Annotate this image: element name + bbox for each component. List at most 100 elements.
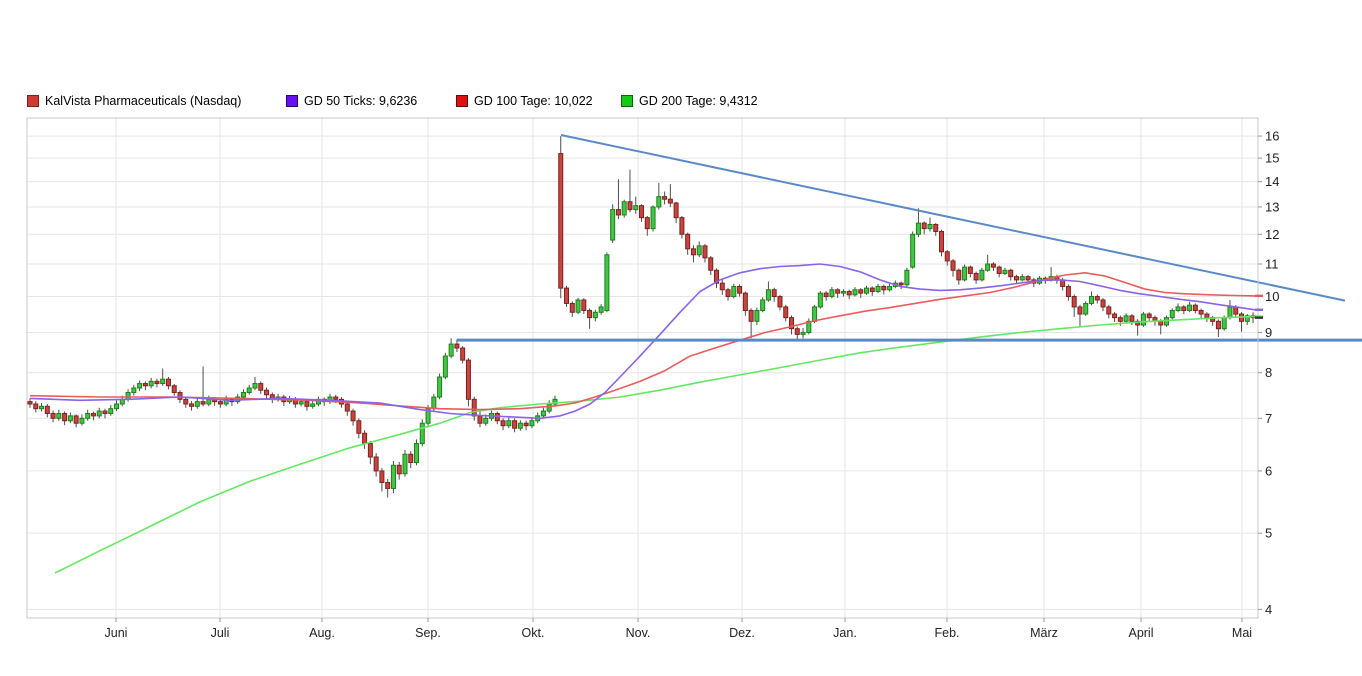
candle-body	[1205, 314, 1209, 318]
candle-body	[720, 283, 724, 290]
candle-body	[109, 409, 113, 414]
candle-body	[1118, 318, 1122, 322]
candle-body	[334, 397, 338, 399]
candle-body	[859, 290, 863, 293]
candle-body	[1130, 316, 1134, 321]
candle-body	[524, 423, 528, 425]
x-axis-label: Feb.	[934, 626, 959, 640]
candle-body	[841, 291, 845, 293]
candle-body	[911, 234, 915, 267]
candle-body	[97, 411, 101, 416]
candle-body	[651, 207, 655, 229]
candle-body	[1222, 318, 1226, 329]
y-axis-label: 15	[1265, 151, 1279, 166]
candle-body	[161, 379, 165, 383]
candle-body	[980, 270, 984, 280]
candle-body	[1216, 321, 1220, 328]
candle-body	[1188, 305, 1192, 310]
candle-body	[1141, 314, 1145, 325]
y-axis-label: 9	[1265, 325, 1272, 340]
y-axis-label: 11	[1265, 256, 1279, 271]
candle-body	[351, 411, 355, 421]
legend-item-gd200[interactable]: GD 200 Tage: 9,4312	[621, 94, 758, 108]
candle-body	[691, 249, 695, 255]
candle-body	[945, 252, 949, 261]
candle-body	[865, 288, 869, 293]
candle-body	[478, 416, 482, 423]
legend-item-kalvista[interactable]: KalVista Pharmaceuticals (Nasdaq)	[27, 94, 241, 108]
candle-body	[888, 286, 892, 289]
candle-body	[957, 270, 961, 280]
candle-body	[749, 310, 753, 321]
ma-axis-marker	[1255, 309, 1263, 311]
candlestick-series	[28, 136, 1255, 497]
candle-body	[599, 307, 603, 312]
candle-body	[380, 471, 384, 483]
legend-label: GD 100 Tage: 10,022	[474, 94, 593, 108]
candle-body	[91, 413, 95, 415]
candle-body	[1182, 307, 1186, 311]
axis-end-markers	[1255, 295, 1263, 319]
candle-body	[299, 402, 303, 404]
candle-body	[409, 454, 413, 462]
candle-body	[1014, 277, 1018, 280]
candle-body	[576, 300, 580, 312]
candle-body	[697, 246, 701, 255]
x-axis-label: April	[1128, 626, 1153, 640]
candle-body	[853, 290, 857, 295]
x-axis-label: Juni	[105, 626, 128, 640]
candle-body	[645, 218, 649, 229]
candle-body	[403, 454, 407, 474]
candle-body	[686, 234, 690, 249]
candle-body	[132, 388, 136, 392]
plot-border	[27, 118, 1258, 618]
candle-body	[582, 300, 586, 311]
candle-body	[45, 406, 49, 413]
candle-body	[1170, 310, 1174, 317]
candle-body	[207, 399, 211, 404]
candle-body	[495, 413, 499, 420]
candle-body	[570, 303, 574, 312]
candle-body	[80, 418, 84, 423]
candle-body	[634, 206, 638, 210]
candle-body	[461, 348, 465, 360]
candle-body	[593, 312, 597, 317]
y-axis-label: 14	[1265, 174, 1279, 189]
candle-body	[184, 399, 188, 404]
candle-body	[755, 310, 759, 321]
candle-body	[726, 290, 730, 297]
candle-body	[743, 293, 747, 310]
candle-body	[622, 202, 626, 215]
y-axis-label: 13	[1265, 199, 1279, 214]
legend-label: GD 50 Ticks: 9,6236	[304, 94, 417, 108]
candle-body	[195, 402, 199, 407]
candle-body	[847, 291, 851, 294]
candle-body	[703, 246, 707, 258]
candle-body	[357, 421, 361, 434]
y-axis-label: 10	[1265, 289, 1279, 304]
x-axis-label: Juli	[211, 626, 230, 640]
candle-body	[166, 379, 170, 386]
y-axis-label: 8	[1265, 365, 1272, 380]
candle-body	[934, 224, 938, 231]
candle-body	[247, 388, 251, 392]
candle-body	[836, 290, 840, 293]
legend-item-gd50[interactable]: GD 50 Ticks: 9,6236	[286, 94, 417, 108]
candle-body	[611, 210, 615, 240]
legend-label: GD 200 Tage: 9,4312	[639, 94, 758, 108]
candle-body	[420, 423, 424, 443]
candle-body	[149, 381, 153, 385]
candle-body	[311, 404, 315, 406]
candle-body	[172, 386, 176, 393]
last-price-marker	[1255, 316, 1263, 318]
candle-body	[178, 392, 182, 399]
chart-page: 16151413121110987654JuniJuliAug.Sep.Okt.…	[0, 0, 1362, 676]
candle-body	[761, 300, 765, 311]
candle-body	[115, 404, 119, 409]
candle-body	[345, 404, 349, 411]
candle-body	[34, 404, 38, 409]
candle-body	[784, 307, 788, 318]
candle-body	[565, 288, 569, 303]
candle-body	[155, 381, 159, 383]
legend-item-gd100[interactable]: GD 100 Tage: 10,022	[456, 94, 593, 108]
